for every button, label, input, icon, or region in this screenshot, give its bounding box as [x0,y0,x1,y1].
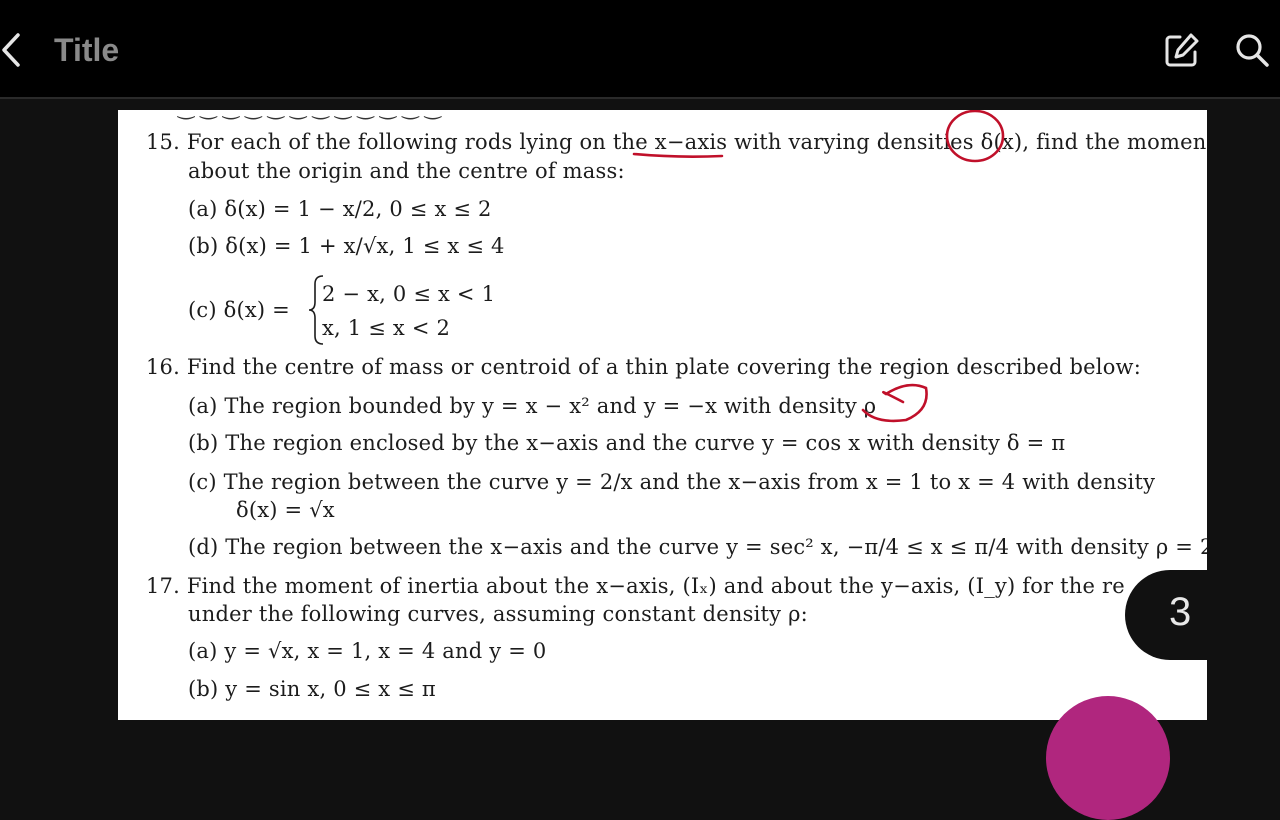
floating-action-button[interactable] [1046,696,1170,820]
problem-15-line-2: about the origin and the centre of mass: [188,159,625,183]
page-number: 3 [1169,590,1192,634]
app-bar: Title [0,0,1280,97]
problem-17-line-1: 17. Find the moment of inertia about the… [146,574,1125,598]
problem-15c-case-2: x, 1 ≤ x < 2 [322,316,451,340]
problem-16b: (b) The region enclosed by the x−axis an… [188,431,1066,455]
problem-16c-line-2: δ(x) = √x [236,498,335,522]
page-number-badge[interactable]: 3 [1125,570,1280,660]
search-icon[interactable] [1232,30,1272,70]
edit-icon[interactable] [1162,30,1202,70]
clipped-previous-line: ‿ ‿ ‿ ‿ ‿ ‿ ‿ ‿ ‿ ‿ ‿ ‿ [178,110,678,120]
problem-16-line-1: 16. Find the centre of mass or centroid … [146,355,1141,379]
document-page[interactable]: ‿ ‿ ‿ ‿ ‿ ‿ ‿ ‿ ‿ ‿ ‿ ‿ 15. For each of … [118,110,1207,720]
back-chevron-icon[interactable] [0,30,26,70]
problem-16a: (a) The region bounded by y = x − x² and… [188,394,877,418]
problem-16d: (d) The region between the x−axis and th… [188,535,1207,559]
problem-15c-label: (c) δ(x) = [188,298,290,322]
app-bar-divider [0,97,1280,99]
problem-15b: (b) δ(x) = 1 + x/√x, 1 ≤ x ≤ 4 [188,234,505,258]
problem-15c-case-1: 2 − x, 0 ≤ x < 1 [322,282,496,306]
app-title: Title [54,32,120,68]
problem-15a: (a) δ(x) = 1 − x/2, 0 ≤ x ≤ 2 [188,197,492,221]
problem-17a: (a) y = √x, x = 1, x = 4 and y = 0 [188,639,547,663]
problem-16c-line-1: (c) The region between the curve y = 2/x… [188,470,1156,494]
problem-17-line-2: under the following curves, assuming con… [188,602,808,626]
problem-15-line-1: 15. For each of the following rods lying… [146,130,1207,154]
problem-17b: (b) y = sin x, 0 ≤ x ≤ π [188,677,436,701]
